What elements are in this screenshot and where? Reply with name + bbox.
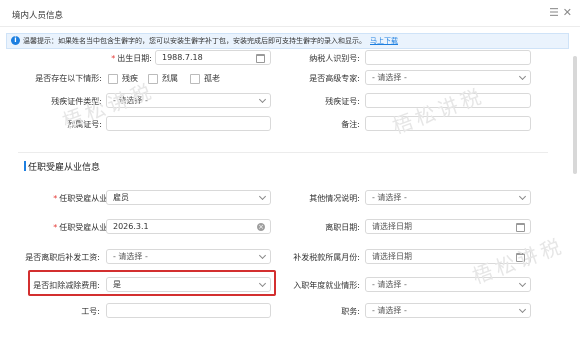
supplement-month-label: 补发税款所属月份: bbox=[293, 253, 360, 262]
pay-after-leave-select[interactable]: - 请选择 - bbox=[106, 249, 271, 264]
employment-type-select[interactable]: 雇员 bbox=[106, 190, 271, 205]
calendar-icon bbox=[516, 223, 525, 232]
chevron-down-icon bbox=[518, 192, 527, 201]
menu-icon[interactable] bbox=[550, 8, 558, 16]
senior-expert-select[interactable]: - 请选择 - bbox=[365, 70, 531, 85]
scrollbar[interactable] bbox=[573, 56, 577, 174]
section-accent-bar bbox=[24, 161, 26, 171]
calendar-icon bbox=[256, 54, 265, 63]
chevron-down-icon bbox=[518, 72, 527, 81]
employment-date-field[interactable]: 2026.3.1 × bbox=[106, 219, 271, 234]
chevron-down-icon bbox=[258, 279, 267, 288]
pay-after-leave-label: 是否离职后补发工资: bbox=[25, 253, 100, 262]
other-info-select[interactable]: - 请选择 - bbox=[365, 190, 531, 205]
senior-expert-label: 是否高级专家: bbox=[309, 74, 360, 83]
martyr-cert-no-field[interactable] bbox=[106, 116, 271, 131]
section-divider bbox=[18, 152, 548, 153]
download-link[interactable]: 马上下载 bbox=[370, 37, 398, 45]
info-icon: i bbox=[11, 36, 20, 45]
leave-date-label: 离职日期: bbox=[325, 223, 360, 232]
notice-text: 温馨提示：如果姓名当中包含生僻字的，您可以安装生僻字补丁包，安装完成后即可支持生… bbox=[23, 37, 366, 45]
other-info-label: 其他情况说明: bbox=[309, 194, 360, 203]
deduct-expenses-label: 是否扣除减除费用: bbox=[33, 281, 100, 290]
window-titlebar: 境内人员信息 ✕ bbox=[0, 0, 580, 27]
birth-date-label: * 出生日期: bbox=[111, 54, 152, 63]
employee-no-label: 工号: bbox=[81, 307, 100, 316]
entry-year-status-label: 入职年度就业情形: bbox=[293, 281, 360, 290]
chevron-down-icon bbox=[258, 251, 267, 260]
chevron-down-icon bbox=[518, 279, 527, 288]
close-icon[interactable]: ✕ bbox=[563, 6, 572, 19]
employment-section-title: 任职受雇从业信息 bbox=[28, 163, 101, 173]
special-situation-label: 是否存在以下情形: bbox=[35, 74, 102, 83]
lonely-elderly-checkbox[interactable]: 孤老 bbox=[190, 73, 220, 84]
chevron-down-icon bbox=[258, 192, 267, 201]
disability-cert-no-label: 残疾证号: bbox=[325, 97, 360, 106]
deduct-expenses-select[interactable]: 是 bbox=[106, 277, 271, 292]
notice-banner: i 温馨提示：如果姓名当中包含生僻字的，您可以安装生僻字补丁包，安装完成后即可支… bbox=[6, 33, 569, 49]
chevron-down-icon bbox=[518, 305, 527, 314]
birth-date-field[interactable]: 1988.7.18 bbox=[155, 50, 271, 65]
position-label: 职务: bbox=[341, 307, 360, 316]
remarks-label: 备注: bbox=[341, 120, 360, 129]
taxpayer-id-field[interactable] bbox=[365, 50, 531, 65]
leave-date-field[interactable]: 请选择日期 bbox=[365, 219, 531, 234]
martyr-family-checkbox[interactable]: 烈属 bbox=[148, 73, 178, 84]
employee-no-field[interactable] bbox=[106, 303, 271, 318]
position-select[interactable]: - 请选择 - bbox=[365, 303, 531, 318]
taxpayer-id-label: 纳税人识别号: bbox=[309, 54, 360, 63]
clear-icon[interactable]: × bbox=[257, 223, 265, 231]
window-title: 境内人员信息 bbox=[12, 11, 64, 21]
chevron-down-icon bbox=[258, 95, 267, 104]
